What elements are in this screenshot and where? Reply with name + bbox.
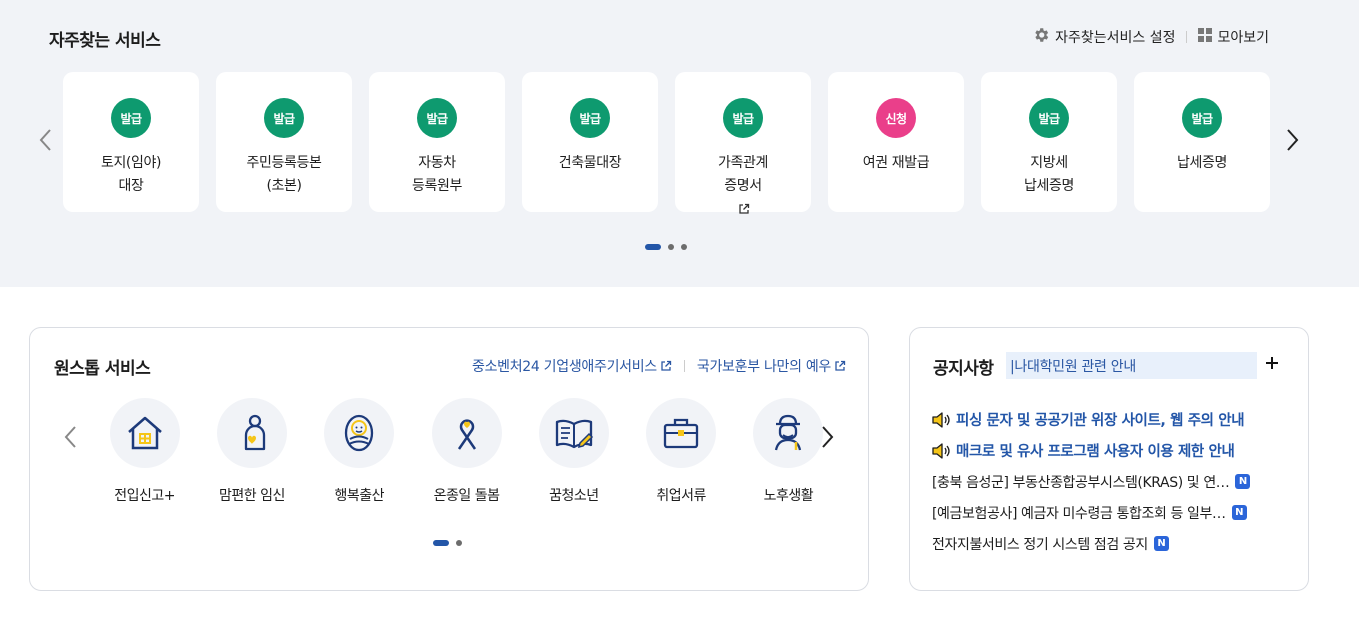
veterans-link[interactable]: 국가보훈부 나만의 예우 [697,356,846,376]
page-dot-3[interactable] [681,244,687,250]
notice-ticker[interactable] [1006,352,1257,379]
briefcase-icon [646,398,717,468]
card-resident-registration[interactable]: 발급 주민등록등본 (초본) [216,72,352,212]
frequent-settings-label: 자주찾는서비스 설정 [1055,30,1176,46]
card-tax-certificate[interactable]: 발급 납세증명 [1134,72,1270,212]
card-label: 가족관계 증명서 [675,152,811,221]
notice-title: 공지사항 [933,359,994,379]
service-label: 꿈청소년 [549,488,599,504]
grid-icon [1198,28,1213,46]
card-family-certificate[interactable]: 발급 가족관계 증명서 [675,72,811,214]
onestop-services-box: 원스톱 서비스 중소벤처24 기업생애주기서비스 국가보훈부 나만의 예우 전입… [29,327,869,591]
card-label: 건축물대장 [558,155,622,171]
onestop-title: 원스톱 서비스 [54,359,151,379]
frequent-settings-button[interactable]: 자주찾는서비스 설정 [1032,26,1175,48]
issue-badge: 발급 [264,98,304,138]
onestop-pagination [433,540,462,546]
chevron-left-icon [39,129,51,151]
onestop-service-list: 전입신고+ 맘편한 임신 행복출산 온종일 돌봄 꿈청소년 취업서류 노후생활 [91,398,842,505]
sme-venture-link[interactable]: 중소벤처24 기업생애주기서비스 [472,356,672,376]
frequent-prev-button[interactable] [33,128,57,152]
issue-badge: 발급 [1029,98,1069,138]
service-youth[interactable]: 꿈청소년 [520,398,627,505]
card-vehicle-registration[interactable]: 발급 자동차 등록원부 [369,72,505,212]
notice-item[interactable]: [충북 음성군] 부동산종합공부시스템(KRAS) 및 연… N [932,466,1292,497]
service-childbirth[interactable]: 행복출산 [306,398,413,505]
service-retirement[interactable]: 노후생활 [735,398,842,505]
notice-more-button[interactable] [1266,353,1278,374]
speaker-icon [932,411,950,428]
frequent-pagination [645,244,687,250]
external-link-icon [661,360,672,371]
chevron-left-icon [64,426,76,448]
page-dot-1[interactable] [433,540,449,546]
service-employment-documents[interactable]: 취업서류 [627,398,734,505]
service-label: 취업서류 [656,488,706,504]
frequent-services-section: 자주찾는 서비스 자주찾는서비스 설정 모아보기 발급 토지(임야) 대장 발급 … [0,0,1359,287]
page-dot-2[interactable] [456,540,462,546]
issue-badge: 발급 [1182,98,1222,138]
service-label: 전입신고+ [114,488,176,504]
service-move-in-report[interactable]: 전입신고+ [91,398,198,505]
card-label: 지방세 납세증명 [1024,155,1074,194]
baby-icon [324,398,395,468]
card-label: 자동차 등록원부 [412,155,462,194]
house-icon [109,398,180,468]
pregnancy-icon [216,398,287,468]
external-link-icon [835,360,846,371]
card-label: 납세증명 [1177,155,1227,171]
apply-badge: 신청 [876,98,916,138]
service-label: 온종일 돌봄 [433,488,500,504]
frequent-tools: 자주찾는서비스 설정 모아보기 [1032,26,1269,48]
gear-icon [1032,26,1050,48]
external-link-icon [738,203,749,214]
care-ribbon-icon [431,398,502,468]
card-local-tax-certificate[interactable]: 발급 지방세 납세증명 [981,72,1117,212]
issue-badge: 발급 [111,98,151,138]
service-pregnancy[interactable]: 맘편한 임신 [198,398,305,505]
new-badge: N [1231,505,1247,520]
notice-item[interactable]: 피싱 문자 및 공공기관 위장 사이트, 웹 주의 안내 [932,404,1292,435]
issue-badge: 발급 [417,98,457,138]
card-land-register[interactable]: 발급 토지(임야) 대장 [63,72,199,212]
onestop-prev-button[interactable] [58,425,82,449]
page-dot-2[interactable] [668,244,674,250]
notice-list: 피싱 문자 및 공공기관 위장 사이트, 웹 주의 안내 매크로 및 유사 프로… [932,404,1292,559]
card-label: 주민등록등본 (초본) [246,155,322,194]
page-dot-1[interactable] [645,244,661,250]
service-label: 노후생활 [763,488,814,504]
notice-item[interactable]: 전자지불서비스 정기 시스템 점검 공지 N [932,528,1292,559]
service-label: 맘편한 임신 [219,488,285,504]
frequent-card-list: 발급 토지(임야) 대장 발급 주민등록등본 (초본) 발급 자동차 등록원부 발급 … [63,72,1270,214]
notice-box: 공지사항 피싱 문자 및 공공기관 위장 사이트, 웹 주의 안내 매크로 및 … [909,327,1309,591]
notice-item[interactable]: 매크로 및 유사 프로그램 사용자 이용 제한 안내 [932,435,1292,466]
elder-icon [753,398,824,468]
onestop-links: 중소벤처24 기업생애주기서비스 국가보훈부 나만의 예우 [472,356,846,376]
plus-icon [1266,357,1278,369]
new-badge: N [1153,536,1169,551]
card-building-register[interactable]: 발급 건축물대장 [522,72,658,212]
card-label: 토지(임야) 대장 [100,155,162,194]
tool-divider [1186,31,1188,43]
link-divider [683,360,685,372]
issue-badge: 발급 [723,98,763,138]
service-label: 행복출산 [334,488,384,504]
view-all-button[interactable]: 모아보기 [1198,27,1269,47]
book-icon [538,398,609,468]
new-badge: N [1235,474,1251,489]
chevron-right-icon [1287,129,1299,151]
card-passport-reissue[interactable]: 신청 여권 재발급 [828,72,964,212]
issue-badge: 발급 [570,98,610,138]
speaker-icon [932,442,950,459]
service-all-day-care[interactable]: 온종일 돌봄 [413,398,520,505]
view-all-label: 모아보기 [1217,30,1269,46]
frequent-next-button[interactable] [1281,128,1305,152]
notice-item[interactable]: [예금보험공사] 예금자 미수령금 통합조회 등 일부… N [932,497,1292,528]
frequent-services-title: 자주찾는 서비스 [49,31,161,51]
card-label: 여권 재발급 [862,155,930,171]
